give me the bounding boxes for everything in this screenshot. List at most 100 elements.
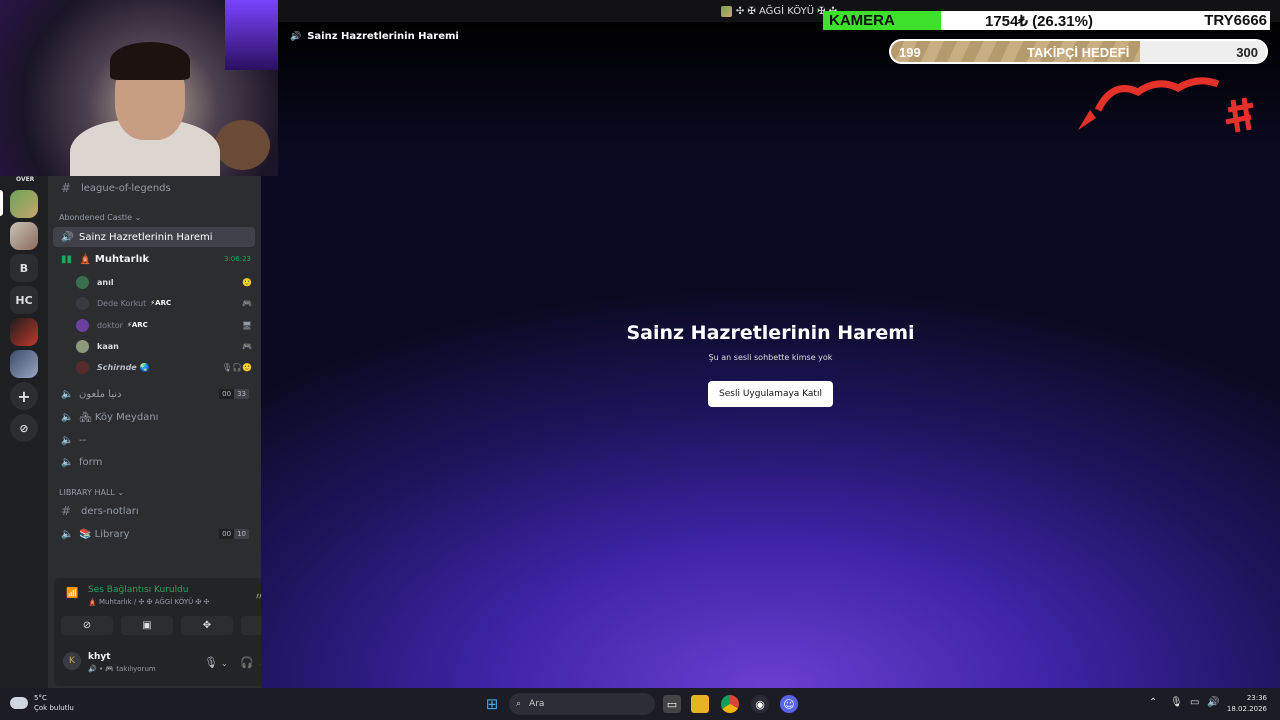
- headphones-icon[interactable]: 🎧: [240, 656, 254, 669]
- microphone-icon[interactable]: 🎙: [1170, 697, 1183, 708]
- avatar: [76, 360, 89, 374]
- hash-icon: #: [61, 504, 72, 518]
- microphone-icon[interactable]: 🎙: [204, 656, 218, 669]
- volume-icon[interactable]: 🔊: [1207, 697, 1219, 708]
- voice-user[interactable]: doktor ⚡ARC 🖥: [76, 316, 256, 334]
- background-light: [225, 0, 278, 70]
- user-name: anıl: [97, 277, 114, 287]
- monitor-icon[interactable]: ▭: [1190, 697, 1199, 708]
- stage-header: 🔊 Sainz Hazretlerinin Haremi: [290, 31, 459, 42]
- user-avatar[interactable]: K: [63, 652, 81, 670]
- stage-header-label: Sainz Hazretlerinin Haremi: [307, 31, 459, 42]
- activities-button[interactable]: ✥: [181, 616, 233, 635]
- arc-badge: ⚡ARC: [126, 321, 148, 329]
- taskbar: 5°C Çok bulutlu ⊞ ⌕ Ara ▭ ◉ ☺ ⌃ 🎙 ▭ 🔊 23…: [0, 688, 1280, 720]
- streamer-logo: [1078, 77, 1254, 133]
- speaker-icon: 🔊: [61, 231, 74, 243]
- avatar: [76, 275, 89, 289]
- channel-label: دنيا ملعون: [79, 388, 122, 400]
- camera-goal-target: TRY6666: [1204, 12, 1267, 29]
- channel-koy-meydani[interactable]: 🔈 🏘 Köy Meydanı: [53, 407, 255, 427]
- speaker-icon: 🔈: [61, 411, 74, 423]
- user-name: 𝙎𝙘𝙝𝙞𝙧𝙣𝙙𝙚 🌏: [97, 362, 150, 372]
- task-view-icon[interactable]: ▭: [663, 695, 681, 713]
- activity-icon: 🎙🎧🙂: [221, 362, 252, 372]
- clock[interactable]: 23:36 18.02.2026: [1227, 693, 1267, 715]
- user-name: doktor: [97, 320, 123, 330]
- search-icon: ⌕: [516, 699, 522, 709]
- channel-muhtarlik[interactable]: ▮▮ 🛕 Muhtarlık 3:06:23: [53, 249, 255, 269]
- search-placeholder: Ara: [529, 699, 545, 709]
- person-hair: [110, 42, 190, 80]
- screen-share-icon: ▣: [142, 620, 152, 631]
- count-limit: 10: [234, 529, 249, 539]
- user-name: kaan: [97, 341, 119, 351]
- file-explorer-icon[interactable]: [691, 695, 709, 713]
- weather-temp: 5°C: [34, 694, 47, 702]
- category-library-hall[interactable]: LIBRARY HALL ⌄: [59, 488, 124, 497]
- channel-dunya-malun[interactable]: 🔈 دنيا ملعون 00 33: [53, 384, 255, 404]
- start-button[interactable]: ⊞: [483, 695, 501, 713]
- voice-user[interactable]: anıl 🙂: [76, 273, 256, 291]
- channel-label: ders-notları: [81, 505, 139, 517]
- speaker-icon: 🔈: [61, 434, 74, 446]
- clock-time: 23:36: [1246, 694, 1267, 702]
- server-b[interactable]: B: [10, 254, 38, 282]
- channel-ders-notlari[interactable]: # ders-notları: [53, 501, 255, 521]
- avatar: [76, 296, 89, 310]
- follower-goal-label: TAKİPÇİ HEDEFİ: [1027, 45, 1130, 60]
- follower-goal-bar: 199 TAKİPÇİ HEDEFİ 300: [889, 39, 1268, 64]
- camera-goal-label: KAMERA: [829, 12, 895, 29]
- window-title: ✣ ✠ AĞGİ KÖYÜ ✠ ✣: [735, 5, 838, 17]
- voice-user[interactable]: kaan 🎮: [76, 337, 256, 355]
- user-count: 00 33: [219, 389, 249, 399]
- voice-location[interactable]: 🛕 Muhtarlık / ✣ ✠ AĞGİ KÖYÜ ✠ ✣: [88, 598, 209, 606]
- hash-icon: #: [61, 181, 72, 195]
- weather-widget[interactable]: 5°C Çok bulutlu: [10, 693, 74, 713]
- channel-form[interactable]: 🔈 form: [53, 452, 255, 472]
- channel-sainz-active[interactable]: 🔊 Sainz Hazretlerinin Haremi: [53, 227, 255, 247]
- join-voice-button[interactable]: Sesli Uygulamaya Katıl: [708, 381, 833, 407]
- server-icon-5[interactable]: [10, 318, 38, 346]
- voice-user[interactable]: 𝙎𝙘𝙝𝙞𝙧𝙣𝙙𝙚 🌏 🎙🎧🙂: [76, 358, 256, 376]
- server-hc[interactable]: HC: [10, 286, 38, 314]
- add-server-button[interactable]: +: [10, 382, 38, 410]
- obs-icon[interactable]: ◉: [751, 695, 769, 713]
- speaker-icon: 🔈: [61, 456, 74, 468]
- teddy-bear: [215, 120, 270, 170]
- discord-icon[interactable]: ☺: [780, 695, 798, 713]
- taskbar-search[interactable]: ⌕ Ara: [509, 693, 655, 715]
- signal-icon: 📶: [66, 588, 79, 599]
- chevron-up-icon[interactable]: ⌃: [1149, 697, 1157, 708]
- voice-status[interactable]: Ses Bağlantısı Kuruldu: [88, 585, 188, 595]
- webcam-overlay: [0, 0, 278, 176]
- chevron-down-icon[interactable]: ⌄: [221, 659, 228, 668]
- channel-label: --: [79, 434, 87, 446]
- clock-date: 18.02.2026: [1226, 705, 1267, 713]
- arc-badge: ⚡ARC: [150, 299, 172, 307]
- voice-user[interactable]: Dede Korkut ⚡ARC 🎮: [76, 294, 256, 312]
- screen-share-button[interactable]: ▣: [121, 616, 173, 635]
- activities-icon: ✥: [202, 620, 212, 631]
- server-icon-6[interactable]: [10, 350, 38, 378]
- chrome-icon[interactable]: [721, 695, 739, 713]
- server-aggi-koyu[interactable]: [10, 190, 38, 218]
- screen: OVER B HC + ⊘ # league-of-legends Abonde…: [0, 0, 1280, 720]
- activity-icon: 🙂: [242, 277, 252, 287]
- server-icon-2[interactable]: [10, 222, 38, 250]
- channel-label: 🛕 Muhtarlık: [79, 253, 150, 265]
- user-name: khyt: [88, 652, 111, 662]
- channel-dash[interactable]: 🔈 --: [53, 430, 255, 450]
- channel-league-of-legends[interactable]: # league-of-legends: [53, 178, 255, 198]
- activity-icon: 🎮: [242, 298, 252, 308]
- channel-library[interactable]: 🔈 📚 Library 00 10: [53, 524, 255, 544]
- category-abandoned-castle[interactable]: Abondened Castle ⌄: [59, 213, 141, 222]
- user-name: Dede Korkut: [97, 298, 147, 308]
- discover-button[interactable]: ⊘: [10, 414, 38, 442]
- camera-button[interactable]: ⊘: [61, 616, 113, 635]
- camera-goal-amount: 1754₺ (26.31%): [985, 12, 1093, 30]
- channel-label: Sainz Hazretlerinin Haremi: [79, 231, 213, 243]
- activity-icon: 🎮: [242, 341, 252, 351]
- user-status: 🔊 • 🎮 takılıyorum: [88, 665, 156, 673]
- avatar: [76, 339, 89, 353]
